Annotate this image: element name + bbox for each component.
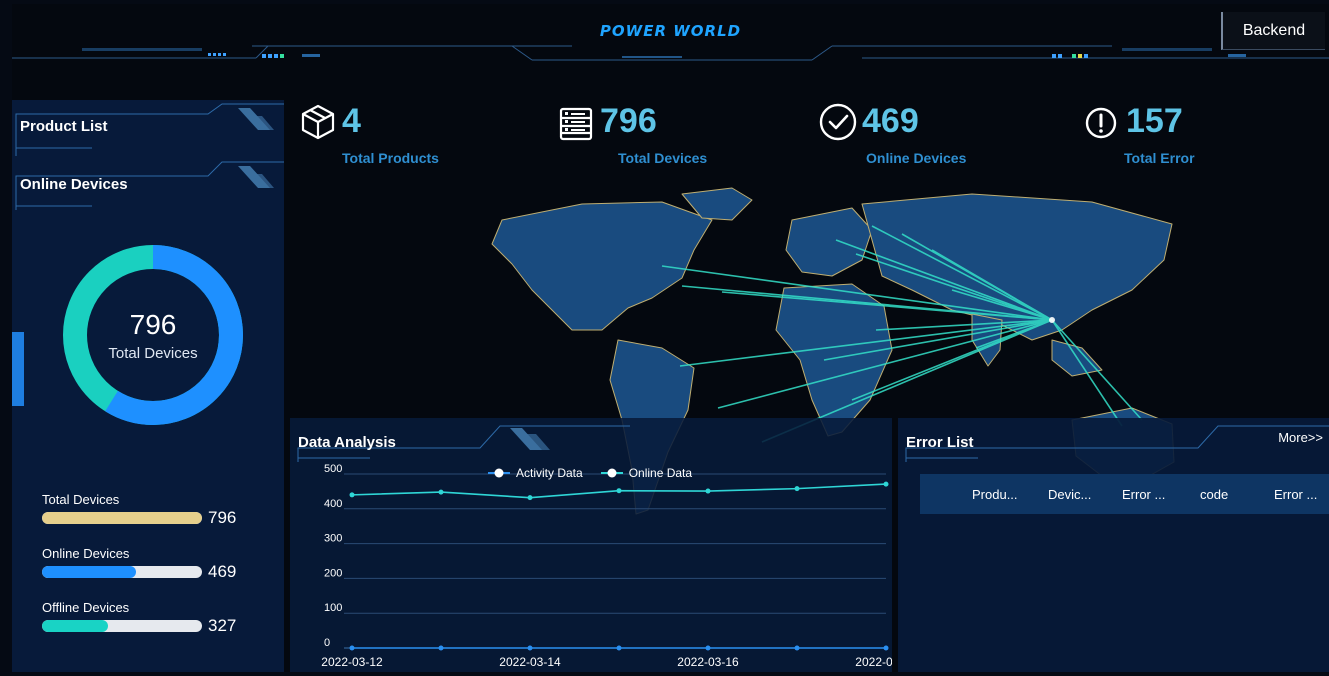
y-tick-label: 0 — [324, 637, 330, 649]
stat-offline-devices: Offline Devices 327 — [42, 600, 272, 635]
stat-bar-track — [42, 566, 202, 578]
kpi-value: 157 — [1126, 102, 1183, 140]
x-tick-label: 2022-03-12 — [321, 655, 383, 669]
legend-online-data[interactable]: Online Data — [600, 466, 693, 480]
donut-value: 796 — [129, 308, 177, 340]
x-tick-label: 2022-03-16 — [677, 655, 739, 669]
column-header-code[interactable]: code — [1200, 487, 1228, 502]
exclamation-circle-icon — [1085, 107, 1117, 139]
header: POWER WORLD Backend — [12, 4, 1329, 74]
y-tick-label: 400 — [324, 498, 342, 510]
stat-label: Total Devices — [42, 492, 120, 507]
left-panel: Product List Online Devices 796 Total De… — [12, 100, 284, 672]
data-point — [794, 486, 800, 492]
data-point — [349, 492, 355, 498]
error-list-title: Error List — [906, 434, 974, 451]
data-point — [705, 488, 711, 494]
donut-label: Total Devices — [108, 344, 198, 362]
kpi-value: 4 — [342, 102, 361, 140]
kpi-label: Online Devices — [866, 150, 967, 166]
legend-swatch — [600, 468, 623, 478]
kpi-total-products: 4 Total Products — [298, 102, 498, 172]
panel-title-decoration — [15, 103, 284, 210]
data-analysis-panel: 0 100 200 300 400 500 2022-03-12 2022-03-14 2022… — [290, 418, 892, 672]
data-analysis-title: Data Analysis — [298, 434, 396, 451]
legend-label: Activity Data — [516, 466, 583, 480]
kpi-online-devices: 469 Online Devices — [818, 102, 1018, 172]
data-point — [883, 481, 889, 487]
kpi-label: Total Products — [342, 150, 439, 166]
kpi-value: 469 — [862, 102, 919, 140]
map-africa — [775, 283, 893, 437]
error-table-header: Produ... Devic... Error ... code Error .… — [920, 474, 1329, 514]
stat-bar-fill — [42, 566, 137, 578]
y-tick-label: 100 — [324, 602, 342, 614]
stat-value: 327 — [208, 616, 237, 635]
x-tick-label: 2022-03-18 — [855, 655, 892, 669]
map-north-america — [491, 201, 713, 331]
stat-online-devices: Online Devices 469 — [42, 546, 272, 581]
devices-donut: 796 Total Devices — [58, 240, 248, 430]
map-europe — [785, 207, 873, 277]
check-circle-icon — [819, 103, 857, 141]
data-point — [349, 645, 355, 651]
legend-activity-data[interactable]: Activity Data — [488, 466, 583, 480]
data-point — [527, 495, 533, 501]
column-header-device[interactable]: Devic... — [1048, 487, 1091, 502]
data-point — [527, 645, 533, 651]
stat-value: 796 — [208, 508, 237, 527]
online-devices-title: Online Devices — [20, 176, 128, 193]
kpi-label: Total Error — [1124, 150, 1195, 166]
brand-title: POWER WORLD — [599, 22, 742, 40]
server-list-icon — [559, 107, 593, 141]
more-link[interactable]: More>> — [1278, 430, 1323, 445]
data-point — [438, 645, 444, 651]
kpi-value: 796 — [600, 102, 657, 140]
left-accent-bar — [12, 332, 24, 406]
backend-button[interactable]: Backend — [1221, 12, 1325, 50]
x-tick-label: 2022-03-14 — [499, 655, 561, 669]
data-point — [883, 645, 889, 651]
y-tick-label: 300 — [324, 533, 342, 545]
kpi-total-error: 157 Total Error — [1084, 102, 1284, 172]
column-header-error-type[interactable]: Error ... — [1122, 487, 1165, 502]
data-point — [616, 645, 622, 651]
column-header-product[interactable]: Produ... — [972, 487, 1018, 502]
stat-total-devices: Total Devices 796 — [42, 492, 272, 527]
error-list-panel: Error List More>> Produ... Devic... Erro… — [898, 418, 1329, 672]
stat-bar-track — [42, 620, 202, 632]
data-point — [705, 645, 711, 651]
data-point — [616, 488, 622, 494]
stat-label: Online Devices — [42, 546, 130, 561]
dashboard-frame: POWER WORLD Backend Product List Online … — [12, 4, 1329, 672]
stat-label: Offline Devices — [42, 600, 130, 615]
chart-legend: Activity Data Online Data — [488, 466, 692, 480]
y-tick-label: 200 — [324, 567, 342, 579]
y-tick-label: 500 — [324, 463, 342, 475]
data-point — [794, 645, 800, 651]
stat-bar-track — [42, 512, 202, 524]
legend-swatch — [488, 468, 510, 478]
stat-value: 469 — [208, 562, 237, 581]
kpi-label: Total Devices — [618, 150, 708, 166]
cube-icon — [301, 104, 335, 140]
line-chart: 0 100 200 300 400 500 2022-03-12 2022-03-14 2022… — [297, 425, 892, 669]
data-point — [438, 489, 444, 495]
legend-label: Online Data — [628, 466, 693, 480]
column-header-error-message[interactable]: Error ... — [1274, 487, 1317, 502]
stat-bar-fill — [42, 512, 202, 524]
stat-bar-fill — [42, 620, 108, 632]
kpi-total-devices: 796 Total Devices — [558, 102, 758, 172]
donut-center: 796 Total Devices — [58, 240, 248, 430]
